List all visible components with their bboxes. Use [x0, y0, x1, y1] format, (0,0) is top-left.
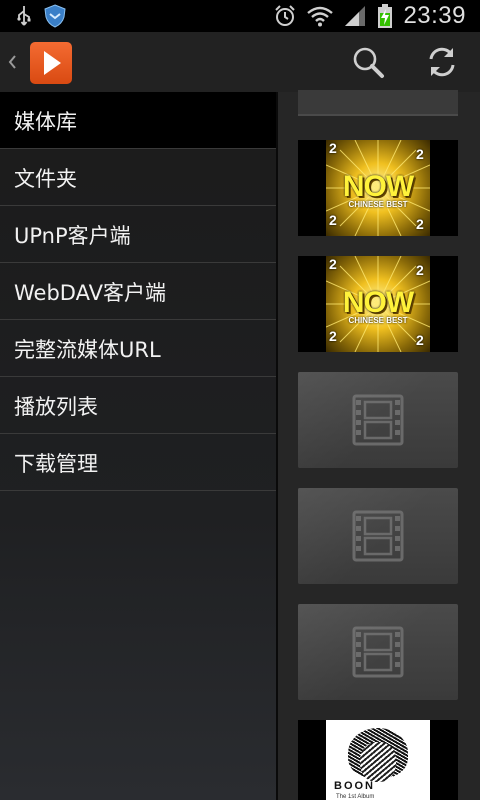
album-number: 2	[416, 146, 424, 162]
refresh-icon[interactable]	[424, 44, 460, 80]
film-strip-icon	[352, 394, 404, 446]
signal-icon	[345, 6, 366, 26]
back-chevron-icon[interactable]	[4, 48, 20, 76]
portrait-graphic	[360, 742, 396, 782]
album-tagline: The 1st Album	[336, 794, 375, 800]
album-title: NOW	[342, 170, 414, 203]
drawer-item-stream-url[interactable]: 完整流媒体URL	[0, 320, 276, 377]
album-number: 2	[416, 332, 424, 348]
media-card[interactable]	[298, 604, 458, 700]
drawer-item-upnp-client[interactable]: UPnP客户端	[0, 206, 276, 263]
album-thumbnail: BOON The 1st Album	[326, 720, 430, 800]
drawer-item-media-library[interactable]: 媒体库	[0, 92, 276, 149]
album-number: 2	[329, 256, 337, 272]
drawer-item-label: 播放列表	[14, 395, 98, 419]
media-card[interactable]: 2 2 NOW CHINESE BEST 2 2	[298, 140, 458, 236]
drawer-item-downloads[interactable]: 下载管理	[0, 434, 276, 491]
status-time: 23:39	[403, 2, 466, 29]
search-icon[interactable]	[350, 44, 386, 80]
drawer-item-webdav-client[interactable]: WebDAV客户端	[0, 263, 276, 320]
album-thumbnail: 2 2 NOW CHINESE BEST 2 2	[326, 256, 430, 352]
wifi-icon	[307, 6, 334, 27]
album-number: 2	[329, 328, 337, 344]
media-card[interactable]	[298, 372, 458, 468]
album-number: 2	[329, 140, 337, 156]
drawer-item-label: WebDAV客户端	[14, 281, 166, 305]
album-subtitle: CHINESE BEST	[348, 316, 408, 325]
album-number: 2	[329, 212, 337, 228]
drawer-item-label: UPnP客户端	[14, 224, 131, 248]
album-thumbnail: 2 2 NOW CHINESE BEST 2 2	[326, 140, 430, 236]
drawer-item-folders[interactable]: 文件夹	[0, 149, 276, 206]
media-card-partial[interactable]	[298, 90, 458, 116]
alarm-icon	[275, 5, 296, 26]
drawer-item-label: 下载管理	[14, 452, 98, 476]
navigation-drawer: 媒体库 文件夹 UPnP客户端 WebDAV客户端 完整流媒体URL 播放列表 …	[0, 92, 276, 800]
album-number: 2	[416, 262, 424, 278]
battery-charging-icon	[378, 4, 393, 28]
album-title: NOW	[342, 286, 414, 319]
film-strip-icon	[352, 626, 404, 678]
drawer-item-label: 文件夹	[14, 167, 77, 191]
drawer-item-label: 完整流媒体URL	[14, 338, 161, 362]
status-bar: 23:39	[0, 0, 480, 32]
album-artist: BOON	[334, 780, 375, 792]
media-card[interactable]: 2 2 NOW CHINESE BEST 2 2	[298, 256, 458, 352]
media-card[interactable]	[298, 488, 458, 584]
app-logo-play-icon[interactable]	[30, 42, 72, 84]
media-grid: 2 2 NOW CHINESE BEST 2 2 2 2 NOW CHINESE…	[278, 90, 480, 800]
film-strip-icon	[352, 510, 404, 562]
usb-icon	[17, 6, 31, 26]
drawer-list: 媒体库 文件夹 UPnP客户端 WebDAV客户端 完整流媒体URL 播放列表 …	[0, 92, 276, 491]
album-number: 2	[416, 216, 424, 232]
media-card[interactable]: BOON The 1st Album	[298, 720, 458, 800]
shield-icon	[44, 4, 66, 28]
drawer-item-label: 媒体库	[14, 110, 77, 134]
album-subtitle: CHINESE BEST	[348, 200, 408, 209]
action-bar	[0, 32, 480, 92]
drawer-item-playlists[interactable]: 播放列表	[0, 377, 276, 434]
